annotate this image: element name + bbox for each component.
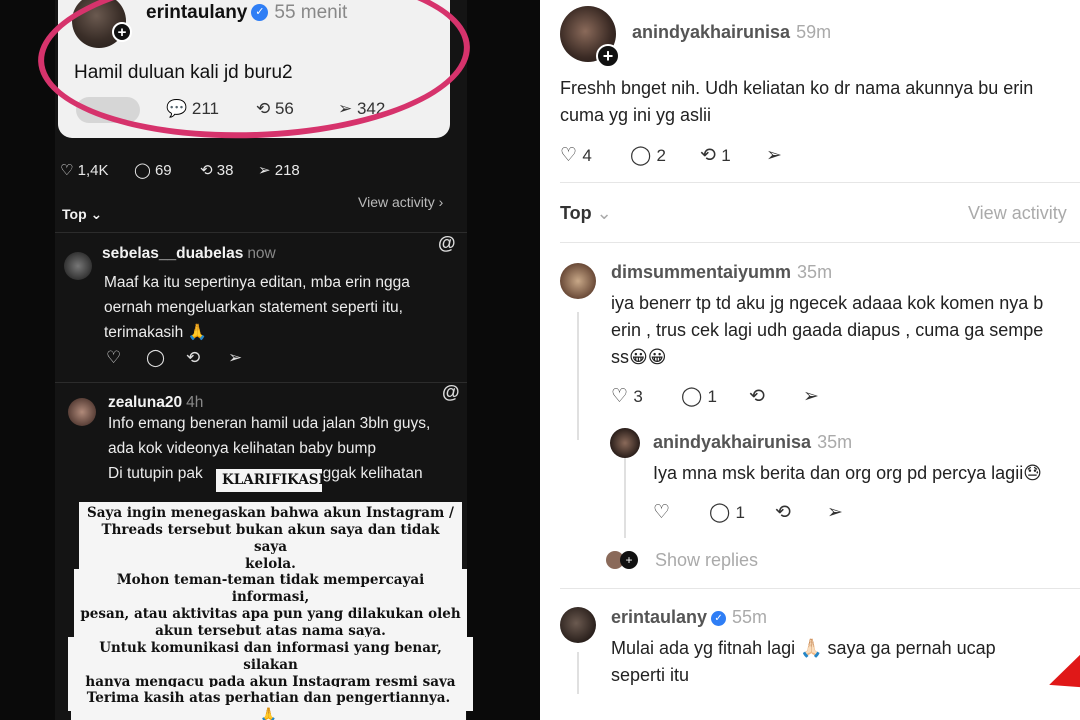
comment-count[interactable]: ◯ 2 — [630, 144, 666, 167]
divider — [560, 242, 1080, 243]
post-text: Freshh bnget nih. Udh keliatan ko dr nam… — [560, 78, 1034, 125]
repost-icon[interactable]: ⟲ — [186, 348, 200, 368]
reply-author[interactable]: erintaulany ✓ 55m — [611, 607, 767, 628]
right-screenshot: + anindyakhairunisa 59m Freshh bnget nih.… — [540, 0, 1080, 720]
like-icon[interactable]: ♡ — [106, 348, 121, 368]
comment-actions: ♡ ◯ ⟲ ➢ — [106, 348, 266, 368]
comment-text: Maaf ka itu sepertinya editan, mba erin … — [104, 274, 410, 341]
thread-line — [624, 444, 626, 538]
share-icon[interactable]: ➢ — [228, 348, 242, 368]
divider — [560, 182, 1080, 183]
divider — [55, 232, 467, 233]
quoted-post-card[interactable]: + erintaulany ✓ 55 menit Hamil duluan kali… — [58, 0, 450, 138]
share-count[interactable]: ➢ 342 — [338, 99, 385, 119]
chevron-down-icon: ⌄ — [90, 206, 103, 222]
follow-plus-icon[interactable]: + — [112, 22, 132, 42]
post-author[interactable]: anindyakhairunisa 59m — [632, 22, 831, 43]
verified-badge-icon: ✓ — [251, 4, 269, 22]
reply-author[interactable]: anindyakhairunisa 35m — [653, 432, 852, 453]
thread-line — [577, 652, 579, 694]
avatar[interactable] — [560, 263, 596, 299]
avatar[interactable] — [560, 607, 596, 643]
avatar[interactable] — [68, 398, 96, 426]
sort-dropdown[interactable]: Top ⌄ — [560, 203, 612, 224]
like-count[interactable]: ♡ 1,4K — [60, 161, 108, 179]
comment-icon[interactable]: ◯ — [146, 348, 165, 368]
like-count[interactable]: ♡ 3 — [611, 385, 643, 408]
divider — [55, 382, 467, 383]
share-count[interactable]: ➢ 218 — [258, 161, 300, 179]
post-time: 55 menit — [274, 2, 348, 23]
verified-badge-icon: ✓ — [711, 610, 727, 626]
left-screenshot: + erintaulany ✓ 55 menit Hamil duluan kali… — [0, 0, 540, 720]
divider — [560, 588, 1080, 589]
reply-actions: ♡ 3 ◯ 1 ⟲ ➢ — [611, 385, 851, 409]
comment-author[interactable]: zealuna20 4h — [108, 394, 203, 412]
repost-icon[interactable]: ⟲ — [749, 385, 765, 408]
repost-count[interactable]: ⟲ 1 — [700, 144, 731, 167]
avatar[interactable] — [610, 428, 640, 458]
threads-logo-icon: @ — [438, 233, 456, 253]
klarifikasi-paragraph: Mohon teman-teman tidak mempercayai info… — [74, 569, 467, 643]
share-icon[interactable]: ➢ — [766, 144, 782, 167]
quoted-post-author[interactable]: erintaulany ✓ 55 menit — [146, 2, 347, 24]
share-icon[interactable]: ➢ — [803, 385, 819, 408]
comment-author[interactable]: sebelas__duabelas now — [102, 245, 276, 263]
repost-icon[interactable]: ⟲ — [775, 501, 791, 524]
reply-author[interactable]: dimsummentaiyumm 35m — [611, 262, 832, 283]
like-pill[interactable] — [76, 97, 140, 123]
share-icon[interactable]: ➢ — [827, 501, 843, 524]
reply-text: Iya mna msk berita dan org org pd percya… — [653, 463, 1042, 483]
sort-dropdown[interactable]: Top ⌄ — [62, 206, 102, 223]
repost-count[interactable]: ⟲ 38 — [200, 161, 233, 179]
klarifikasi-title: KLARIFIKASI — [216, 469, 325, 492]
chevron-right-icon: › — [438, 194, 444, 210]
post-stats-row: ♡ 1,4K ◯ 69 ⟲ 38 ➢ 218 — [60, 161, 460, 181]
reply-actions: ♡ ◯ 1 ⟲ ➢ — [653, 501, 893, 525]
threads-logo-icon: @ — [442, 382, 460, 402]
like-icon[interactable]: ♡ — [653, 501, 670, 524]
quoted-post-text: Hamil duluan kali jd buru2 — [74, 62, 293, 83]
view-activity-link[interactable]: View activity — [968, 203, 1067, 224]
reply-text: iya benerr tp td aku jg ngecek adaaa kok… — [611, 293, 1044, 367]
comment-count[interactable]: ◯ 69 — [134, 161, 172, 179]
follow-plus-icon[interactable]: + — [596, 44, 620, 68]
post-actions: ♡ 4 ◯ 2 ⟲ 1 ➢ — [560, 144, 820, 168]
show-replies-link[interactable]: Show replies — [655, 547, 758, 574]
like-count[interactable]: ♡ 4 — [560, 144, 592, 167]
comment-count[interactable]: 💬 211 — [166, 99, 219, 119]
comment-count[interactable]: ◯ 1 — [709, 501, 745, 524]
plus-icon: + — [620, 551, 638, 569]
avatar[interactable] — [64, 252, 92, 280]
klarifikasi-paragraph: Saya ingin menegaskan bahwa akun Instagr… — [79, 502, 462, 576]
chevron-down-icon: ⌄ — [596, 203, 612, 223]
comment-count[interactable]: ◯ 1 — [681, 385, 717, 408]
view-activity-link[interactable]: View activity › — [358, 194, 443, 210]
klarifikasi-closing: Terima kasih atas perhatian dan pengerti… — [71, 687, 466, 720]
red-arrow-annotation — [1043, 654, 1080, 702]
quoted-post-stats: 💬 211 ⟲ 56 ➢ 342 — [58, 97, 450, 125]
repost-count[interactable]: ⟲ 56 — [256, 99, 294, 119]
thread-line — [577, 312, 579, 440]
reply-text: Mulai ada yg fitnah lagi 🙏🏻 saya ga pern… — [611, 638, 996, 685]
